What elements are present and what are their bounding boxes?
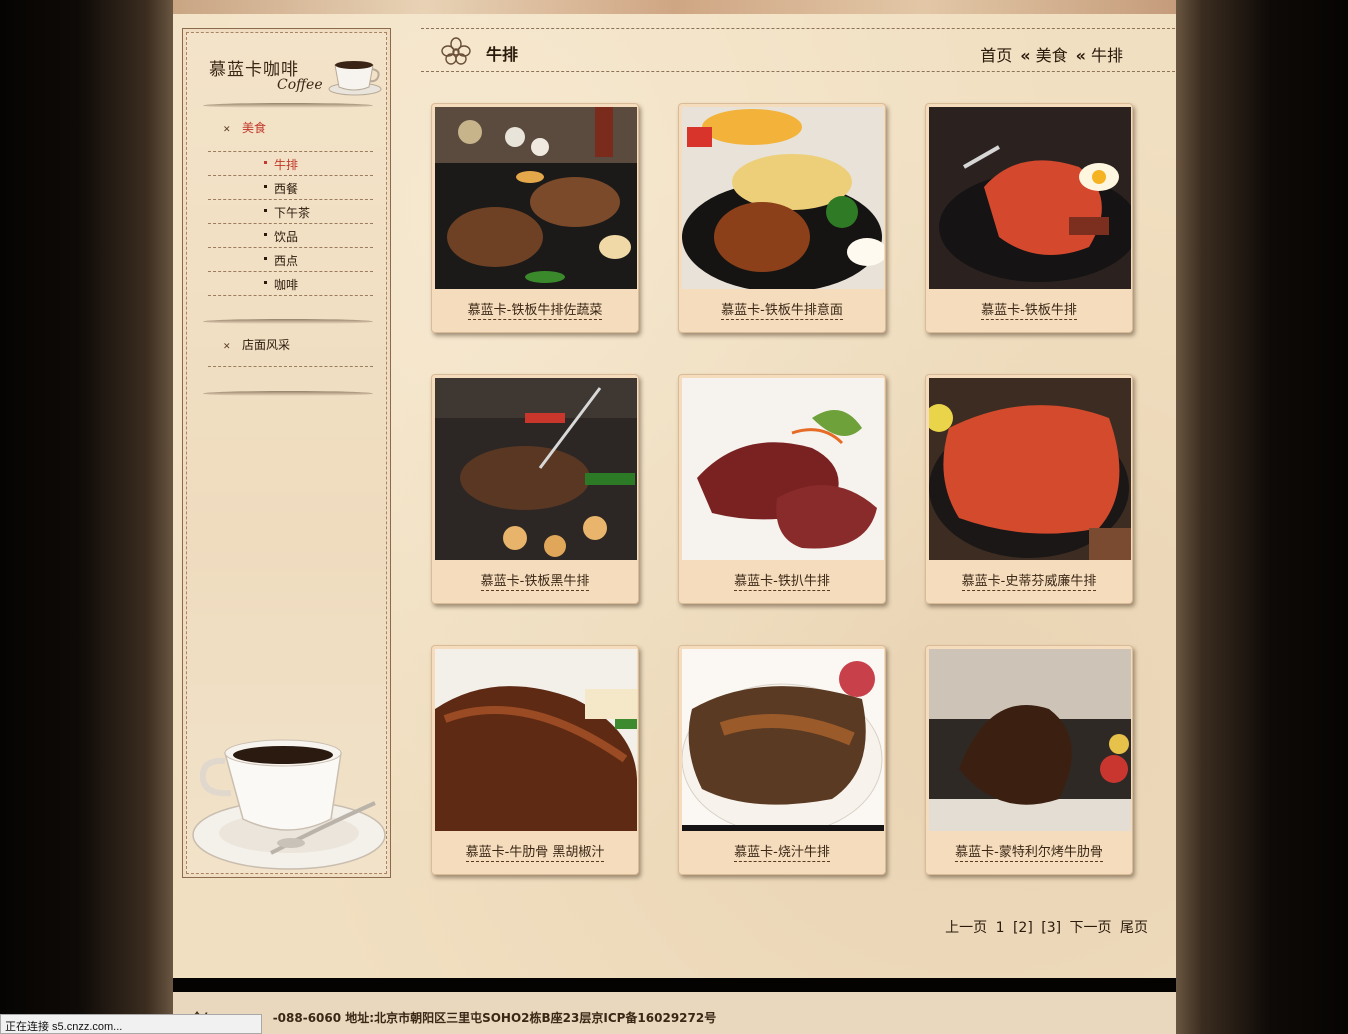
product-caption[interactable]: 慕蓝卡-铁板黑牛排 (432, 570, 638, 591)
product-card[interactable]: 慕蓝卡-铁板黑牛排 (431, 374, 639, 604)
subcategory-drinks[interactable]: 饮品 (208, 223, 373, 247)
product-caption[interactable]: 慕蓝卡-牛肋骨 黑胡椒汁 (432, 841, 638, 862)
product-card[interactable]: 慕蓝卡-蒙特利尔烤牛肋骨 (925, 645, 1133, 875)
right-shadow (1176, 0, 1348, 1034)
category-food-label: 美食 (242, 121, 267, 135)
page-2-link[interactable]: [2] (1013, 920, 1033, 936)
product-photo[interactable] (682, 378, 884, 560)
product-caption[interactable]: 慕蓝卡-铁板牛排 (926, 299, 1132, 320)
bullet-icon (264, 281, 267, 284)
left-shadow (0, 0, 173, 1034)
footer-band (173, 978, 1176, 992)
coffee-cup-image (192, 739, 386, 870)
product-card[interactable]: 慕蓝卡-铁板牛排意面 (678, 103, 886, 333)
subcategory-label: 西点 (274, 254, 299, 268)
product-photo[interactable] (929, 649, 1131, 831)
product-link[interactable]: 慕蓝卡-铁板牛排 (981, 303, 1077, 320)
category-food[interactable]: ✕ 美食 (223, 119, 266, 136)
product-caption[interactable]: 慕蓝卡-铁板牛排意面 (679, 299, 885, 320)
product-link[interactable]: 慕蓝卡-蒙特利尔烤牛肋骨 (955, 845, 1103, 862)
product-photo[interactable] (929, 107, 1131, 289)
footer-line: 全( -088-6060 地址:北京市朝阳区三里屯SOHO2栋B座23层京ICP… (191, 1009, 716, 1026)
bullet-icon (264, 161, 267, 164)
product-card[interactable]: 慕蓝卡-史蒂芬威廉牛排 (925, 374, 1133, 604)
product-link[interactable]: 慕蓝卡-牛肋骨 黑胡椒汁 (465, 845, 605, 862)
product-link[interactable]: 慕蓝卡-史蒂芬威廉牛排 (961, 574, 1097, 591)
product-caption[interactable]: 慕蓝卡-铁板牛排佐蔬菜 (432, 299, 638, 320)
page-container: 慕蓝卡咖啡 Coffee ✕ 美食 牛排 西餐 下午茶 饮品 西点 咖啡 ✕ 店… (173, 0, 1176, 1034)
subcategory-label: 饮品 (274, 230, 299, 244)
breadcrumb-steak[interactable]: 牛排 (1091, 46, 1123, 65)
product-photo[interactable] (435, 107, 637, 289)
pagination: 上一页 1 [2] [3] 下一页 尾页 (941, 917, 1148, 937)
subcategory-label: 咖啡 (274, 278, 299, 292)
subcategory-western[interactable]: 西餐 (208, 175, 373, 199)
product-photo[interactable] (929, 378, 1131, 560)
product-link[interactable]: 慕蓝卡-铁板黑牛排 (480, 574, 590, 591)
bullet-icon (264, 209, 267, 212)
bullet-icon (264, 185, 267, 188)
category-store[interactable]: ✕ 店面风采 (223, 336, 290, 353)
product-caption[interactable]: 慕蓝卡-铁扒牛排 (679, 570, 885, 591)
product-link[interactable]: 慕蓝卡-铁扒牛排 (734, 574, 830, 591)
divider (208, 366, 373, 367)
subcategory-steak[interactable]: 牛排 (208, 151, 373, 175)
product-card[interactable]: 慕蓝卡-铁板牛排 (925, 103, 1133, 333)
flower-icon (441, 37, 471, 65)
footer-address: -088-6060 地址:北京市朝阳区三里屯SOHO2栋B座23层京ICP备16… (272, 1011, 717, 1025)
status-text: 正在连接 s5.cnzz.com... (5, 1021, 123, 1033)
subcategory-list: 牛排 西餐 下午茶 饮品 西点 咖啡 (208, 151, 373, 296)
product-link[interactable]: 慕蓝卡-烧汁牛排 (734, 845, 830, 862)
subcategory-label: 牛排 (274, 158, 299, 172)
double-arrow-icon: ✕ (223, 125, 231, 135)
category-store-label: 店面风采 (242, 338, 291, 352)
brand-block: 慕蓝卡咖啡 Coffee (187, 33, 386, 105)
page-1: 1 (995, 920, 1005, 936)
product-card[interactable]: 慕蓝卡-铁板牛排佐蔬菜 (431, 103, 639, 333)
product-card[interactable]: 慕蓝卡-铁扒牛排 (678, 374, 886, 604)
content-header: 牛排 首页 « 美食 « 牛排 (421, 28, 1175, 72)
top-banner-strip (173, 0, 1176, 14)
sidebar-inner: 慕蓝卡咖啡 Coffee ✕ 美食 牛排 西餐 下午茶 饮品 西点 咖啡 ✕ 店… (186, 32, 387, 874)
subcategory-label: 西餐 (274, 182, 299, 196)
product-photo[interactable] (682, 649, 884, 831)
product-link[interactable]: 慕蓝卡-铁板牛排意面 (721, 303, 843, 320)
page-3-link[interactable]: [3] (1041, 920, 1061, 936)
product-link[interactable]: 慕蓝卡-铁板牛排佐蔬菜 (467, 303, 603, 320)
chevron-left-double-icon: « (1020, 46, 1030, 65)
subcategory-coffee[interactable]: 咖啡 (208, 271, 373, 296)
brand-subtitle: Coffee (277, 77, 323, 93)
footer: 全( -088-6060 地址:北京市朝阳区三里屯SOHO2栋B座23层京ICP… (173, 992, 1176, 1034)
torn-divider (203, 103, 373, 108)
last-page-link[interactable]: 尾页 (1120, 920, 1148, 936)
subcategory-pastry[interactable]: 西点 (208, 247, 373, 271)
torn-divider (203, 319, 373, 324)
double-arrow-icon: ✕ (223, 342, 231, 352)
chevron-left-double-icon: « (1075, 46, 1086, 65)
product-photo[interactable] (435, 649, 637, 831)
coffee-cup-icon (328, 61, 382, 96)
breadcrumb-food[interactable]: 美食 (1036, 46, 1068, 65)
bullet-icon (264, 233, 267, 236)
subcategory-label: 下午茶 (274, 206, 311, 220)
product-caption[interactable]: 慕蓝卡-蒙特利尔烤牛肋骨 (926, 841, 1132, 862)
product-photo[interactable] (682, 107, 884, 289)
sidebar: 慕蓝卡咖啡 Coffee ✕ 美食 牛排 西餐 下午茶 饮品 西点 咖啡 ✕ 店… (182, 28, 391, 878)
next-page-link[interactable]: 下一页 (1070, 920, 1112, 936)
product-photo[interactable] (435, 378, 637, 560)
torn-divider (203, 391, 373, 396)
product-card[interactable]: 慕蓝卡-烧汁牛排 (678, 645, 886, 875)
bullet-icon (264, 257, 267, 260)
prev-page-link[interactable]: 上一页 (945, 920, 987, 936)
breadcrumb-home[interactable]: 首页 (980, 46, 1012, 65)
product-caption[interactable]: 慕蓝卡-史蒂芬威廉牛排 (926, 570, 1132, 591)
product-card[interactable]: 慕蓝卡-牛肋骨 黑胡椒汁 (431, 645, 639, 875)
product-caption[interactable]: 慕蓝卡-烧汁牛排 (679, 841, 885, 862)
browser-status-bar: 正在连接 s5.cnzz.com... (0, 1014, 262, 1034)
subcategory-afternoon-tea[interactable]: 下午茶 (208, 199, 373, 223)
page-title: 牛排 (486, 45, 519, 64)
breadcrumb: 首页 « 美食 « 牛排 (980, 42, 1123, 66)
